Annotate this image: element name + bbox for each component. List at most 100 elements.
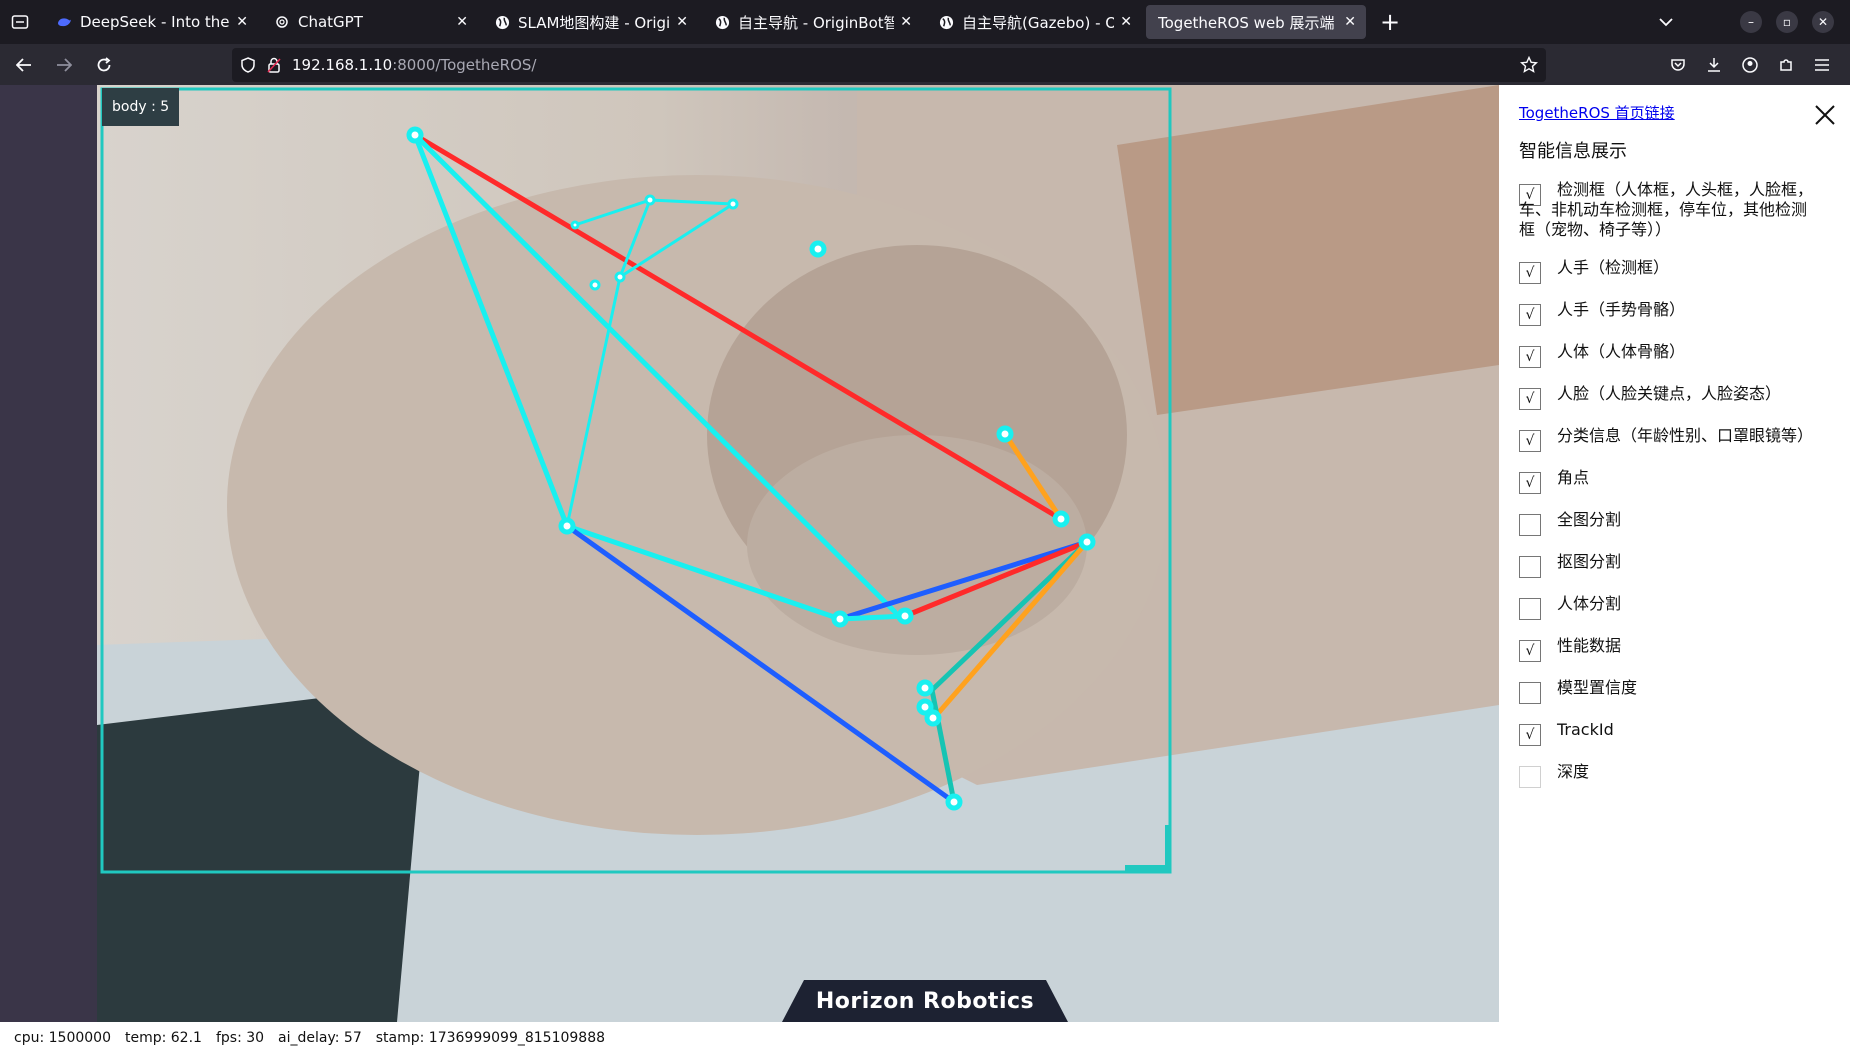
tab-title: SLAM地图构建 - OriginB [518,13,671,32]
close-tab-icon[interactable]: ✕ [456,14,468,30]
checkbox[interactable]: √ [1519,472,1541,494]
tab-slam[interactable]: SLAM地图构建 - OriginB ✕ [482,5,698,39]
tab-gazebo[interactable]: 自主导航(Gazebo) - Origi ✕ [926,5,1142,39]
bookmark-star-icon[interactable] [1520,56,1538,74]
reload-button[interactable] [86,49,122,81]
checkbox[interactable]: √ [1519,640,1541,662]
option-label: TrackId [1557,720,1614,739]
navigation-bar: 192.168.1.10:8000/TogetheROS/ [0,44,1850,85]
performance-status-bar: cpu: 1500000 temp: 62.1 fps: 30 ai_delay… [0,1022,1850,1053]
shield-icon[interactable] [240,57,256,73]
close-tab-icon[interactable]: ✕ [1120,14,1132,30]
account-icon[interactable] [1732,49,1768,81]
hand-bone [648,198,735,206]
download-icon[interactable] [1696,49,1732,81]
close-window-button[interactable]: ✕ [1812,11,1834,33]
checkbox[interactable] [1519,598,1541,620]
tab-togetheros[interactable]: TogetheROS web 展示端 ✕ [1146,5,1366,39]
temp-value: temp: 62.1 [124,1029,202,1046]
option-label: 抠图分割 [1557,552,1622,571]
url-bar[interactable]: 192.168.1.10:8000/TogetheROS/ [232,48,1546,82]
close-panel-icon[interactable] [1813,103,1837,127]
arrow-left-icon [16,57,31,72]
menu-icon[interactable] [1804,49,1840,81]
check-mark: √ [1525,433,1535,449]
panel-heading: 智能信息展示 [1519,141,1627,162]
track-id-label: body : 5 [102,88,180,126]
pocket-icon[interactable] [1660,49,1696,81]
forward-button[interactable] [46,49,82,81]
check-mark: √ [1525,391,1535,407]
tab-chatgpt[interactable]: ChatGPT ✕ [262,5,478,39]
skeleton-bone [902,539,1090,619]
tab-deepseek[interactable]: DeepSeek - Into the Unk ✕ [44,5,258,39]
body-bounding-box [100,87,1172,874]
close-tab-icon[interactable]: ✕ [676,14,688,30]
checkbox[interactable] [1519,682,1541,704]
globe-icon [494,14,510,30]
checkbox[interactable]: √ [1519,304,1541,326]
openai-logo-icon [274,14,290,30]
hand-bone [573,198,652,227]
option-label: 分类信息（年龄性别、口罩眼镜等） [1557,426,1814,445]
tab-title: 自主导航(Gazebo) - Origi [962,13,1115,32]
close-tab-icon[interactable]: ✕ [1344,14,1356,30]
option-label: 人体（人体骨骼） [1557,342,1686,361]
tab-row: DeepSeek - Into the Unk ✕ ChatGPT ✕ SLAM… [40,0,1408,44]
checkbox[interactable]: √ [1519,430,1541,452]
skeleton-bone [412,132,570,529]
minimize-button[interactable]: – [1740,11,1762,33]
checkbox[interactable] [1519,514,1541,536]
close-tab-icon[interactable]: ✕ [236,14,248,30]
camera-video-feed [97,85,1499,1022]
option-label: 人手（手势骨骼） [1557,300,1686,319]
tab-strip: DeepSeek - Into the Unk ✕ ChatGPT ✕ SLAM… [0,0,1850,44]
keypoint [924,709,942,727]
plus-icon: + [1379,8,1401,36]
togetheros-home-link[interactable]: TogetheROS 首页链接 [1519,102,1675,123]
skeleton-bone [412,132,898,615]
lock-insecure-icon[interactable] [266,57,282,73]
url-path: :8000/TogetheROS/ [392,56,537,74]
keypoint [589,279,601,291]
hand-bone [618,202,735,279]
new-tab-button[interactable]: + [1372,5,1408,39]
tab-title: 自主导航 - OriginBot智能 [738,13,895,32]
option-label: 人脸（人脸关键点，人脸姿态） [1557,384,1782,403]
brand-label: Horizon Robotics [815,988,1035,1014]
skeleton-bone [564,523,957,805]
checkbox[interactable]: √ [1519,388,1541,410]
tab-nav[interactable]: 自主导航 - OriginBot智能 ✕ [702,5,922,39]
extensions-icon[interactable] [1768,49,1804,81]
deepseek-whale-icon [56,14,72,30]
tab-title: TogetheROS web 展示端 [1158,13,1335,32]
keypoint [1052,510,1070,528]
window-controls: – ▫ ✕ [1658,0,1850,44]
chevron-down-icon[interactable] [1658,17,1674,27]
checkbox[interactable]: √ [1519,262,1541,284]
tab-list-button[interactable] [0,0,40,44]
stamp-value: stamp: 1736999099_815109888 [375,1029,606,1046]
option-label: 角点 [1557,468,1590,487]
keypoint [916,679,934,697]
option-label: 全图分割 [1557,510,1622,529]
cpu-value: cpu: 1500000 [14,1029,111,1046]
keypoint [614,271,626,283]
keypoint [996,425,1014,443]
checkbox[interactable]: √ [1519,724,1541,746]
checkbox[interactable] [1519,766,1541,788]
close-tab-icon[interactable]: ✕ [900,14,912,30]
checkbox[interactable] [1519,556,1541,578]
check-mark: √ [1525,307,1535,323]
restore-button[interactable]: ▫ [1776,11,1798,33]
keypoint [896,607,914,625]
globe-icon [714,14,730,30]
back-button[interactable] [6,49,42,81]
page-left-margin [0,85,97,1022]
checkbox[interactable]: √ [1519,346,1541,368]
reload-icon [97,56,111,71]
skeleton-bone [412,132,1064,522]
bbox-corner-marker [1125,825,1170,872]
check-mark: √ [1525,349,1535,365]
toolbar-right [1660,44,1840,85]
